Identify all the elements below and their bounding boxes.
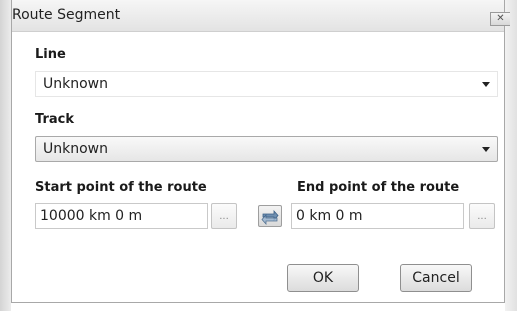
line-selected-value: Unknown — [43, 76, 108, 92]
route-segment-dialog: Route Segment ✕ Line Unknown Track Unkno… — [11, 0, 510, 303]
dialog-title: Route Segment — [12, 7, 121, 23]
title-bar: Route Segment ✕ — [12, 0, 510, 32]
background-right — [505, 0, 517, 311]
end-point-label: End point of the route — [297, 180, 460, 195]
chevron-down-icon — [482, 147, 490, 152]
close-button[interactable]: ✕ — [490, 12, 510, 26]
ok-button[interactable]: OK — [287, 264, 359, 292]
start-point-browse-button[interactable]: ... — [211, 203, 237, 229]
track-combobox[interactable]: Unknown — [35, 136, 498, 162]
end-point-browse-button[interactable]: ... — [469, 203, 495, 229]
end-point-input[interactable]: 0 km 0 m — [291, 203, 464, 229]
swap-arrows-icon — [261, 209, 279, 226]
chevron-down-icon — [482, 82, 490, 87]
cancel-button[interactable]: Cancel — [400, 264, 472, 292]
swap-points-button[interactable] — [258, 205, 282, 227]
close-icon: ✕ — [496, 13, 505, 24]
start-point-label: Start point of the route — [35, 180, 207, 195]
line-label: Line — [35, 47, 66, 62]
line-combobox[interactable]: Unknown — [35, 71, 498, 97]
track-label: Track — [35, 112, 74, 127]
track-selected-value: Unknown — [43, 141, 108, 157]
start-point-input[interactable]: 10000 km 0 m — [35, 203, 208, 229]
background-left — [0, 0, 11, 311]
